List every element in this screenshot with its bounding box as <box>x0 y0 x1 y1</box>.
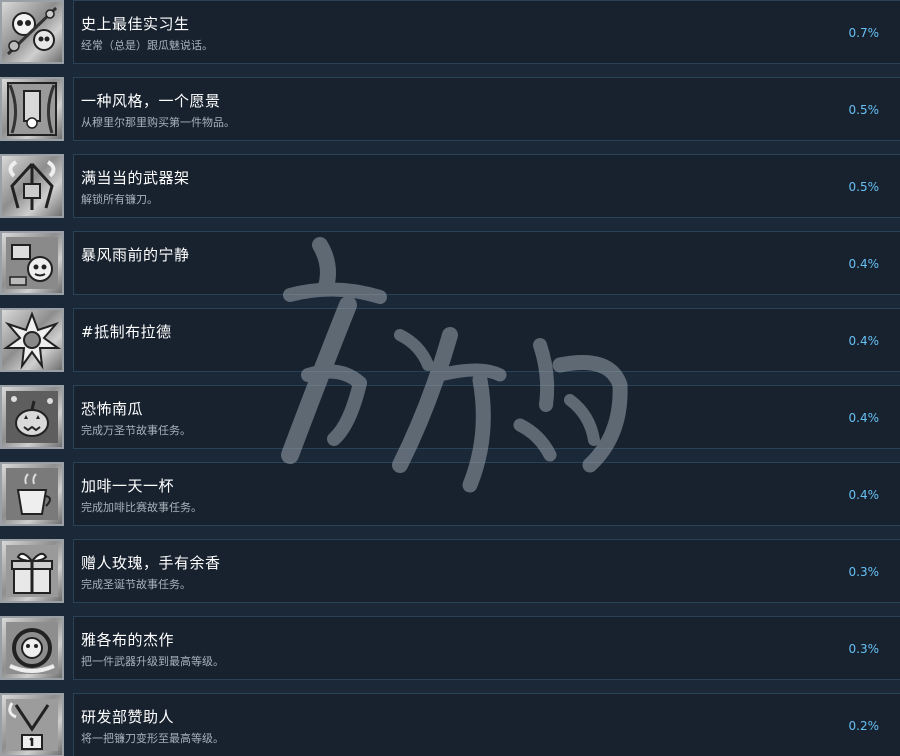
achievement-description: 将一把镰刀变形至最高等级。 <box>81 732 224 745</box>
achievement-row[interactable]: 加啡一天一杯 完成加啡比赛故事任务。 0.4% <box>0 462 900 539</box>
achievement-title: 暴风雨前的宁静 <box>81 246 190 264</box>
achievement-panel: 满当当的武器架 解锁所有镰刀。 0.5% <box>73 154 900 218</box>
achievement-panel: 研发部赞助人 将一把镰刀变形至最高等级。 0.2% <box>73 693 900 756</box>
achievement-panel: 一种风格，一个愿景 从穆里尔那里购买第一件物品。 0.5% <box>73 77 900 141</box>
coffee-cup-icon <box>0 462 64 526</box>
trophy-podium-icon <box>0 693 64 756</box>
achievement-description: 完成圣诞节故事任务。 <box>81 578 191 591</box>
weapon-rack-icon <box>0 154 64 218</box>
achievement-description: 从穆里尔那里购买第一件物品。 <box>81 116 235 129</box>
calm-room-icon <box>0 231 64 295</box>
explosion-icon <box>0 308 64 372</box>
unlock-percentage: 0.4% <box>848 488 880 502</box>
unlock-percentage: 0.7% <box>848 26 880 40</box>
achievement-description: 解锁所有镰刀。 <box>81 193 158 206</box>
achievement-panel: 加啡一天一杯 完成加啡比赛故事任务。 0.4% <box>73 462 900 526</box>
achievement-row[interactable]: 研发部赞助人 将一把镰刀变形至最高等级。 0.2% <box>0 693 900 756</box>
pumpkin-icon <box>0 385 64 449</box>
achievement-panel: 赠人玫瑰，手有余香 完成圣诞节故事任务。 0.3% <box>73 539 900 603</box>
unlock-percentage: 0.4% <box>848 257 880 271</box>
curtain-shop-icon <box>0 77 64 141</box>
achievement-description: 完成加啡比赛故事任务。 <box>81 501 202 514</box>
achievement-title: 雅各布的杰作 <box>81 631 175 649</box>
unlock-percentage: 0.4% <box>848 334 880 348</box>
achievement-title: 满当当的武器架 <box>81 169 190 187</box>
achievement-row[interactable]: 恐怖南瓜 完成万圣节故事任务。 0.4% <box>0 385 900 462</box>
achievement-panel: 恐怖南瓜 完成万圣节故事任务。 0.4% <box>73 385 900 449</box>
unlock-percentage: 0.2% <box>848 719 880 733</box>
achievement-title: 赠人玫瑰，手有余香 <box>81 554 221 572</box>
achievement-title: #抵制布拉德 <box>81 323 172 341</box>
achievement-title: 加啡一天一杯 <box>81 477 175 495</box>
achievement-title: 恐怖南瓜 <box>81 400 144 418</box>
achievement-title: 史上最佳实习生 <box>81 15 190 33</box>
unlock-percentage: 0.3% <box>848 642 880 656</box>
achievement-panel: #抵制布拉德 0.4% <box>73 308 900 372</box>
achievement-panel: 史上最佳实习生 经常（总是）跟瓜魅说话。 0.7% <box>73 0 900 64</box>
achievement-row[interactable]: 雅各布的杰作 把一件武器升级到最高等级。 0.3% <box>0 616 900 693</box>
unlock-percentage: 0.4% <box>848 411 880 425</box>
unlock-percentage: 0.3% <box>848 565 880 579</box>
gift-box-icon <box>0 539 64 603</box>
achievement-description: 完成万圣节故事任务。 <box>81 424 191 437</box>
achievement-row[interactable]: 赠人玫瑰，手有余香 完成圣诞节故事任务。 0.3% <box>0 539 900 616</box>
achievement-panel: 暴风雨前的宁静 0.4% <box>73 231 900 295</box>
achievement-row[interactable]: 满当当的武器架 解锁所有镰刀。 0.5% <box>0 154 900 231</box>
achievement-title: 研发部赞助人 <box>81 708 175 726</box>
unlock-percentage: 0.5% <box>848 180 880 194</box>
achievement-row[interactable]: 暴风雨前的宁静 0.4% <box>0 231 900 308</box>
achievement-description: 经常（总是）跟瓜魅说话。 <box>81 39 213 52</box>
achievement-list: 史上最佳实习生 经常（总是）跟瓜魅说话。 0.7% 一种风格，一个愿景 从穆里尔… <box>0 0 900 756</box>
masterpiece-icon <box>0 616 64 680</box>
unlock-percentage: 0.5% <box>848 103 880 117</box>
achievement-row[interactable]: 一种风格，一个愿景 从穆里尔那里购买第一件物品。 0.5% <box>0 77 900 154</box>
achievement-row[interactable]: #抵制布拉德 0.4% <box>0 308 900 385</box>
achievement-panel: 雅各布的杰作 把一件武器升级到最高等级。 0.3% <box>73 616 900 680</box>
achievement-row[interactable]: 史上最佳实习生 经常（总是）跟瓜魅说话。 0.7% <box>0 0 900 77</box>
skull-collage-icon <box>0 0 64 64</box>
achievement-title: 一种风格，一个愿景 <box>81 92 221 110</box>
achievement-description: 把一件武器升级到最高等级。 <box>81 655 224 668</box>
